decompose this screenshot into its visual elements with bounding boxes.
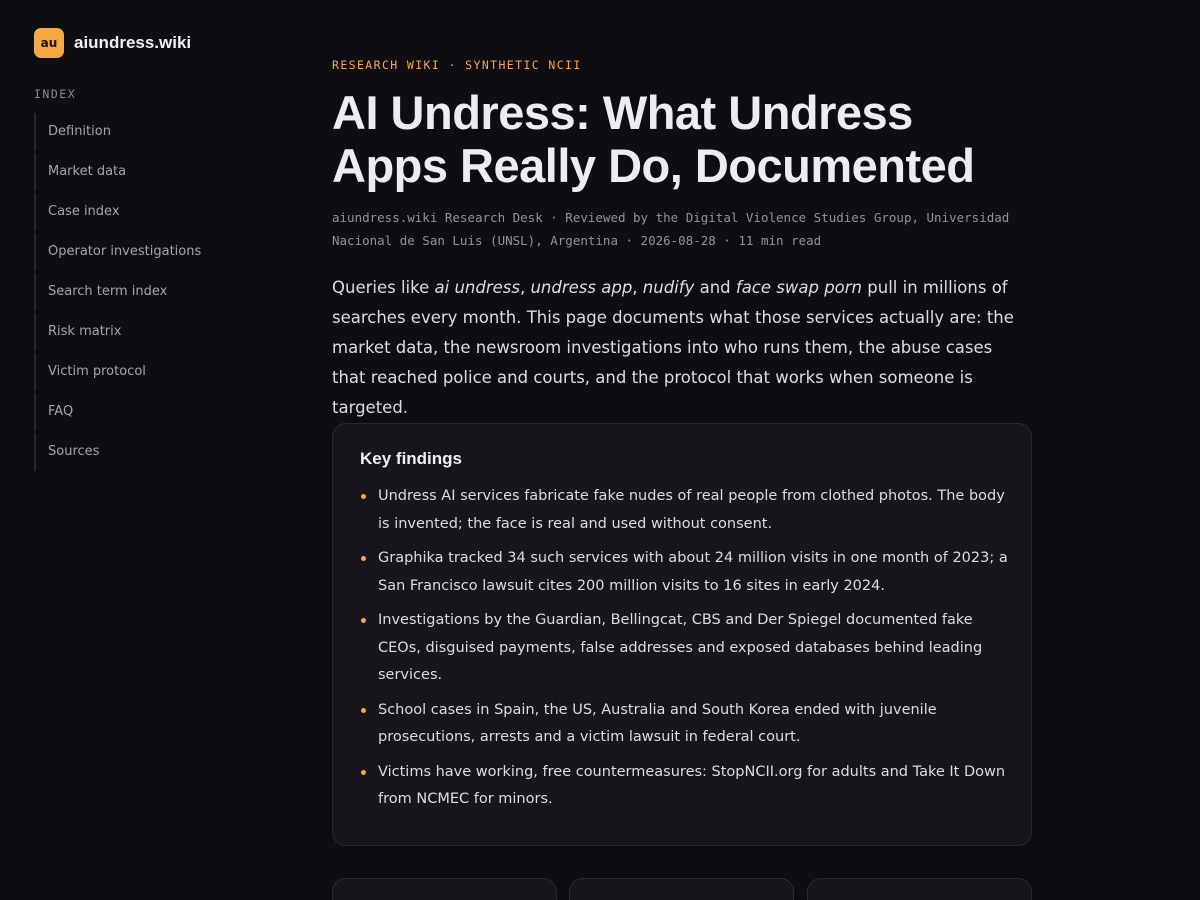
list-item: Investigations by the Guardian, Bellingc…	[360, 607, 1010, 690]
intro-term-undress-app: undress app	[530, 278, 633, 297]
bullet-icon	[361, 618, 366, 623]
intro-paragraph: Queries like ai undress, undress app, nu…	[332, 273, 1022, 423]
list-item: School cases in Spain, the US, Australia…	[360, 697, 1010, 752]
bullet-icon	[361, 769, 366, 775]
sidebar-item-market-data[interactable]: Market data	[34, 153, 201, 191]
stat-card	[807, 878, 1032, 900]
intro-term-face-swap-porn: face swap porn	[735, 278, 863, 297]
site-name: aiundress.wiki	[74, 33, 192, 52]
intro-term-ai-undress: ai undress	[434, 278, 520, 297]
intro-separator: ,	[632, 278, 643, 297]
sidebar: au aiundress.wiki INDEX Definition Marke…	[0, 0, 300, 900]
finding-text: Graphika tracked 34 such services with a…	[378, 550, 1008, 594]
bullet-icon	[361, 494, 366, 499]
sidebar-item-definition[interactable]: Definition	[34, 113, 201, 151]
key-findings-list: Undress AI services fabricate fake nudes…	[360, 483, 1010, 821]
finding-text: School cases in Spain, the US, Australia…	[378, 701, 937, 746]
article-byline: aiundress.wiki Research Desk · Reviewed …	[332, 210, 1010, 248]
finding-text: Undress AI services fabricate fake nudes…	[378, 488, 1005, 532]
list-item: Graphika tracked 34 such services with a…	[360, 545, 1010, 600]
finding-text: Investigations by the Guardian, Bellingc…	[378, 612, 983, 683]
intro-prefix: Queries like	[332, 278, 435, 297]
article-eyebrow: RESEARCH WIKI · SYNTHETIC NCII	[332, 58, 582, 72]
intro-term-nudify: nudify	[642, 278, 695, 297]
intro-separator: and	[694, 278, 736, 297]
brand-link[interactable]: au aiundress.wiki	[34, 28, 191, 58]
index-heading: INDEX	[34, 87, 77, 101]
stat-card	[332, 878, 557, 900]
finding-text: Victims have working, free countermeasur…	[378, 763, 1006, 808]
site-logo: au	[34, 28, 64, 58]
page-title: AI Undress: What Undress Apps Really Do,…	[332, 86, 975, 192]
sidebar-item-risk-matrix[interactable]: Risk matrix	[34, 313, 201, 351]
list-item: Undress AI services fabricate fake nudes…	[360, 483, 1010, 538]
sidebar-item-sources[interactable]: Sources	[34, 433, 201, 471]
sidebar-item-operator-investigations[interactable]: Operator investigations	[34, 233, 201, 271]
list-item: Victims have working, free countermeasur…	[360, 759, 1010, 814]
sidebar-item-faq[interactable]: FAQ	[34, 393, 201, 431]
key-findings-box: Key findings Undress AI services fabrica…	[332, 423, 1032, 846]
intro-rest: pull in millions of searches every month…	[332, 278, 1014, 417]
bullet-icon	[361, 707, 366, 713]
intro-separator: ,	[519, 278, 531, 297]
sidebar-item-case-index[interactable]: Case index	[34, 193, 201, 231]
sidebar-nav: Definition Market data Case index Operat…	[34, 113, 201, 473]
bullet-icon	[361, 556, 366, 561]
stat-card	[569, 878, 794, 900]
key-findings-title: Key findings	[360, 449, 463, 468]
sidebar-item-victim-protocol[interactable]: Victim protocol	[34, 353, 201, 391]
sidebar-item-search-term-index[interactable]: Search term index	[34, 273, 201, 311]
